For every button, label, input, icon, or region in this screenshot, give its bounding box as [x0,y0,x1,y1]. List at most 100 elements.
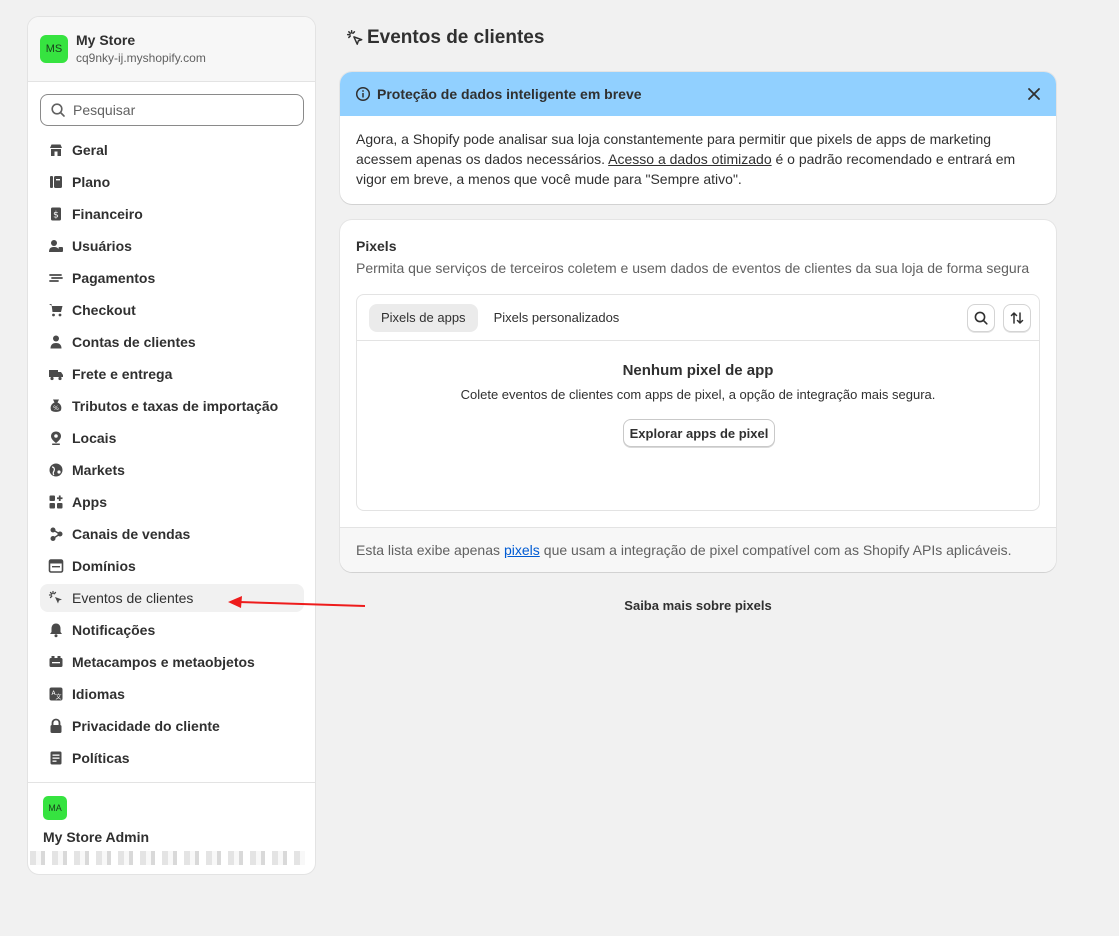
footer-text: que usam a integração de pixel compatíve… [543,542,1012,558]
sidebar-item-label: Markets [72,462,125,478]
user-name: My Store Admin [43,829,150,845]
sidebar-item-metacampos[interactable]: Metacampos e metaobjetos [40,648,304,676]
sidebar-item-idiomas[interactable]: A文 Idiomas [40,680,304,708]
location-icon [46,428,66,448]
close-icon[interactable] [1026,86,1042,102]
finance-icon: $ [46,204,66,224]
cursor-click-icon [46,588,66,608]
search-icon [50,102,66,118]
empty-state-description: Colete eventos de clientes com apps de p… [460,387,936,402]
store-domain: cq9nky-ij.myshopify.com [76,51,206,65]
banner-title: Proteção de dados inteligente em breve [377,86,642,102]
sidebar-item-label: Plano [72,174,111,190]
sidebar-item-geral[interactable]: Geral [40,136,304,164]
info-icon [355,86,371,102]
sidebar-item-label: Políticas [72,750,130,766]
sidebar-item-label: Privacidade do cliente [72,718,220,734]
sidebar-item-frete[interactable]: Frete e entrega [40,360,304,388]
sidebar-item-usuarios[interactable]: Usuários [40,232,304,260]
sidebar-item-label: Contas de clientes [72,334,196,350]
explore-pixel-apps-button[interactable]: Explorar apps de pixel [623,419,775,447]
sidebar-item-apps[interactable]: Apps [40,488,304,516]
footer-text: Esta lista exibe apenas [356,542,500,558]
sidebar-item-locais[interactable]: Locais [40,424,304,452]
sidebar-item-contas-de-clientes[interactable]: Contas de clientes [40,328,304,356]
pixels-footer: Esta lista exibe apenas pixels que usam … [340,527,1056,572]
globe-icon [46,460,66,480]
sidebar-item-financeiro[interactable]: $ Financeiro [40,200,304,228]
language-icon: A文 [46,684,66,704]
pixels-title: Pixels [356,238,397,254]
learn-more-link[interactable]: Saiba mais sobre pixels [340,598,1056,613]
search-field[interactable] [40,94,304,126]
sidebar-item-politicas[interactable]: Políticas [40,744,304,772]
sidebar-item-label: Tributos e taxas de importação [72,398,279,414]
payments-icon [46,268,66,288]
sidebar-item-label: Checkout [72,302,136,318]
channels-icon [46,524,66,544]
svg-text:$: $ [53,211,59,221]
sidebar-item-privacidade[interactable]: Privacidade do cliente [40,712,304,740]
sidebar-item-dominios[interactable]: Domínios [40,552,304,580]
pixels-subtitle: Permita que serviços de terceiros colete… [356,260,1030,276]
tab-pixels-personalizados[interactable]: Pixels personalizados [482,304,632,332]
apps-icon [46,492,66,512]
sidebar-item-label: Locais [72,430,117,446]
store-switcher[interactable]: MS My Store cq9nky-ij.myshopify.com [28,17,315,82]
redacted-email [30,851,305,865]
sidebar-item-label: Geral [72,142,108,158]
sidebar-item-label: Apps [72,494,107,510]
sidebar-item-tributos[interactable]: % Tributos e taxas de importação [40,392,304,420]
svg-text:文: 文 [55,693,61,701]
page-title: Eventos de clientes [346,27,544,49]
sort-icon [1009,310,1025,326]
sidebar-item-label: Canais de vendas [72,526,191,542]
sidebar-item-checkout[interactable]: Checkout [40,296,304,324]
optimized-data-access-link[interactable]: Acesso a dados otimizado [608,151,771,167]
cart-icon [46,300,66,320]
empty-state-title: Nenhum pixel de app [622,362,774,379]
sidebar-item-label: Idiomas [72,686,125,702]
banner-body: Agora, a Shopify pode analisar sua loja … [340,116,1056,202]
pixels-list: Pixels de apps Pixels personalizados Nen… [356,294,1040,511]
info-banner: Proteção de dados inteligente em breve A… [340,72,1056,204]
sidebar-item-pagamentos[interactable]: Pagamentos [40,264,304,292]
pixels-card: Pixels Permita que serviços de terceiros… [340,220,1056,572]
sidebar-item-label: Eventos de clientes [72,590,194,606]
sidebar-item-canais[interactable]: Canais de vendas [40,520,304,548]
user-menu[interactable]: MA My Store Admin [28,782,315,874]
pixels-link[interactable]: pixels [504,542,540,558]
settings-sidebar: MS My Store cq9nky-ij.myshopify.com Gera… [27,16,316,875]
banner-header: Proteção de dados inteligente em breve [340,72,1056,116]
domain-icon [46,556,66,576]
tab-pixels-de-apps[interactable]: Pixels de apps [369,303,478,332]
sidebar-item-label: Domínios [72,558,136,574]
sort-button[interactable] [1003,304,1031,332]
truck-icon [46,364,66,384]
store-name: My Store [76,32,136,48]
svg-text:%: % [53,405,59,412]
sidebar-item-label: Metacampos e metaobjetos [72,654,255,670]
sidebar-item-label: Usuários [72,238,132,254]
page-title-text: Eventos de clientes [367,27,545,48]
sidebar-item-label: Pagamentos [72,270,156,286]
users-icon [46,236,66,256]
sidebar-item-markets[interactable]: Markets [40,456,304,484]
search-input[interactable] [73,102,293,118]
sidebar-item-label: Notificações [72,622,156,638]
person-icon [46,332,66,352]
lock-icon [46,716,66,736]
tax-icon: % [46,396,66,416]
settings-nav: Geral Plano $ Financeiro Usuários Pagame… [40,136,304,776]
policy-icon [46,748,66,768]
sidebar-item-label: Financeiro [72,206,143,222]
sidebar-item-notificacoes[interactable]: Notificações [40,616,304,644]
sidebar-item-plano[interactable]: Plano [40,168,304,196]
plan-icon [46,172,66,192]
search-icon [973,310,989,326]
sidebar-item-label: Frete e entrega [72,366,173,382]
store-icon [46,140,66,160]
cursor-click-icon [346,29,364,47]
search-button[interactable] [967,304,995,332]
bell-icon [46,620,66,640]
